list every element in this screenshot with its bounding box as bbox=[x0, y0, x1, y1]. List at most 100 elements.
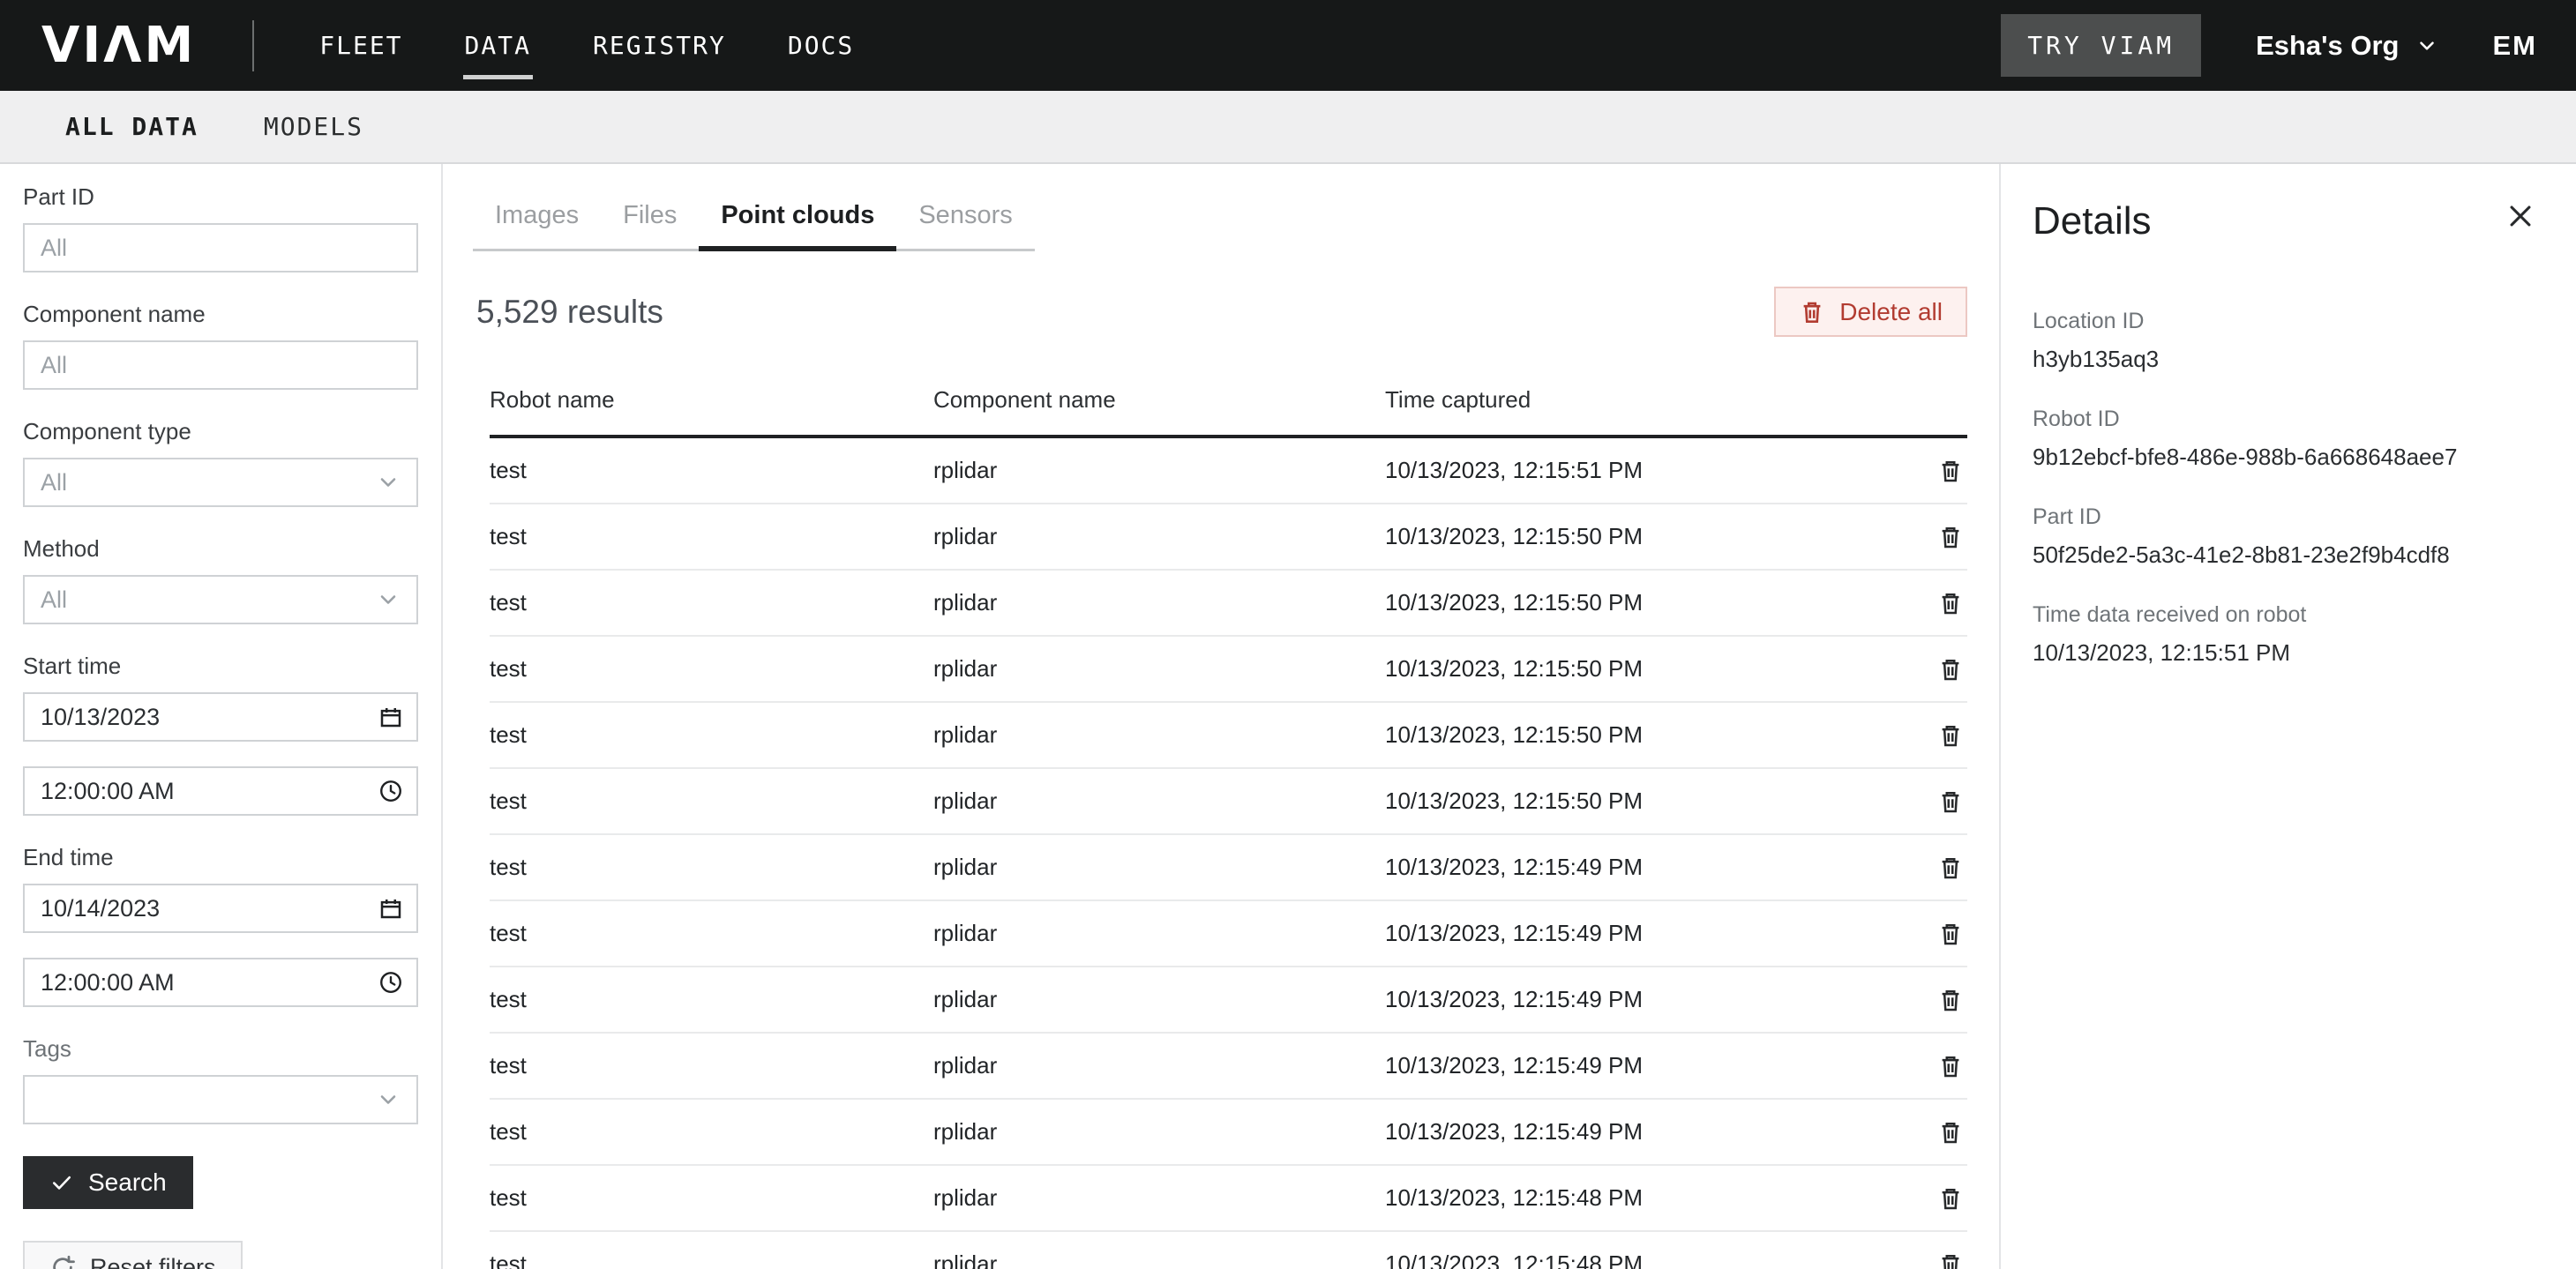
data-type-tab[interactable]: Sensors bbox=[896, 201, 1034, 249]
primary-nav: FLEET DATA REGISTRY DOCS bbox=[318, 26, 856, 65]
cell-robot-name: test bbox=[490, 788, 933, 815]
data-main: ImagesFilesPoint cloudsSensors 5,529 res… bbox=[443, 164, 1999, 1269]
col-component-name: Component name bbox=[933, 386, 1385, 414]
org-name: Esha's Org bbox=[2256, 30, 2399, 62]
method-select[interactable]: All bbox=[23, 575, 418, 624]
row-delete-button[interactable] bbox=[1934, 1116, 1967, 1149]
table-row[interactable]: test rplidar 10/13/2023, 12:15:50 PM bbox=[490, 637, 1967, 703]
end-time-label: End time bbox=[23, 844, 418, 871]
cell-robot-name: test bbox=[490, 457, 933, 484]
table-row[interactable]: test rplidar 10/13/2023, 12:15:48 PM bbox=[490, 1232, 1967, 1269]
end-time-input[interactable] bbox=[23, 958, 418, 1007]
details-fields: Location ID h3yb135aq3 Robot ID 9b12ebcf… bbox=[2033, 309, 2539, 667]
tags-select[interactable] bbox=[23, 1075, 418, 1124]
clock-icon[interactable] bbox=[378, 969, 404, 996]
user-avatar-initials[interactable]: EM bbox=[2493, 30, 2538, 62]
cell-time-captured: 10/13/2023, 12:15:50 PM bbox=[1385, 655, 1911, 683]
details-field-value: 50f25de2-5a3c-41e2-8b81-23e2f9b4cdf8 bbox=[2033, 541, 2539, 569]
cell-component-name: rplidar bbox=[933, 1118, 1385, 1146]
table-row[interactable]: test rplidar 10/13/2023, 12:15:49 PM bbox=[490, 901, 1967, 967]
cell-time-captured: 10/13/2023, 12:15:49 PM bbox=[1385, 920, 1911, 947]
cell-time-captured: 10/13/2023, 12:15:48 PM bbox=[1385, 1184, 1911, 1212]
details-field-label: Time data received on robot bbox=[2033, 602, 2539, 628]
table-row[interactable]: test rplidar 10/13/2023, 12:15:49 PM bbox=[490, 1100, 1967, 1166]
cell-robot-name: test bbox=[490, 1250, 933, 1269]
start-time-label: Start time bbox=[23, 653, 418, 680]
cell-component-name: rplidar bbox=[933, 854, 1385, 881]
cell-component-name: rplidar bbox=[933, 457, 1385, 484]
cell-robot-name: test bbox=[490, 854, 933, 881]
details-panel: Details Location ID h3yb135aq3 Robot ID … bbox=[1999, 164, 2576, 1269]
component-name-label: Component name bbox=[23, 301, 418, 328]
cell-time-captured: 10/13/2023, 12:15:50 PM bbox=[1385, 589, 1911, 616]
table-body: test rplidar 10/13/2023, 12:15:51 PM tes… bbox=[490, 438, 1967, 1269]
row-delete-button[interactable] bbox=[1934, 785, 1967, 818]
row-delete-button[interactable] bbox=[1934, 653, 1967, 686]
row-delete-button[interactable] bbox=[1934, 719, 1967, 752]
table-row[interactable]: test rplidar 10/13/2023, 12:15:50 PM bbox=[490, 504, 1967, 571]
search-button[interactable]: Search bbox=[23, 1156, 193, 1209]
row-delete-button[interactable] bbox=[1934, 454, 1967, 488]
cell-component-name: rplidar bbox=[933, 788, 1385, 815]
nav-link[interactable]: DOCS bbox=[786, 26, 856, 65]
row-delete-button[interactable] bbox=[1934, 1182, 1967, 1215]
row-delete-button[interactable] bbox=[1934, 586, 1967, 620]
table-row[interactable]: test rplidar 10/13/2023, 12:15:48 PM bbox=[490, 1166, 1967, 1232]
check-icon bbox=[49, 1170, 74, 1195]
close-icon[interactable] bbox=[2502, 198, 2539, 235]
subnav-item[interactable]: MODELS bbox=[264, 112, 363, 141]
nav-link[interactable]: REGISTRY bbox=[591, 26, 728, 65]
cell-component-name: rplidar bbox=[933, 1052, 1385, 1079]
row-delete-button[interactable] bbox=[1934, 520, 1967, 554]
details-field-label: Part ID bbox=[2033, 504, 2539, 530]
component-type-select[interactable]: All bbox=[23, 458, 418, 507]
start-time-input[interactable] bbox=[23, 766, 418, 816]
details-field-value: h3yb135aq3 bbox=[2033, 346, 2539, 373]
calendar-icon[interactable] bbox=[378, 895, 404, 922]
details-field: Part ID 50f25de2-5a3c-41e2-8b81-23e2f9b4… bbox=[2033, 504, 2539, 569]
row-delete-button[interactable] bbox=[1934, 1049, 1967, 1083]
try-viam-button[interactable]: TRY VIAM bbox=[2001, 14, 2201, 77]
clock-icon[interactable] bbox=[378, 778, 404, 804]
row-delete-button[interactable] bbox=[1934, 917, 1967, 951]
row-delete-button[interactable] bbox=[1934, 983, 1967, 1017]
table-row[interactable]: test rplidar 10/13/2023, 12:15:49 PM bbox=[490, 1034, 1967, 1100]
start-date-input[interactable] bbox=[23, 692, 418, 742]
table-row[interactable]: test rplidar 10/13/2023, 12:15:50 PM bbox=[490, 571, 1967, 637]
delete-all-button[interactable]: Delete all bbox=[1774, 287, 1967, 337]
table-row[interactable]: test rplidar 10/13/2023, 12:15:49 PM bbox=[490, 835, 1967, 901]
data-type-tab[interactable]: Point clouds bbox=[699, 201, 896, 249]
table-header: Robot name Component name Time captured bbox=[490, 386, 1967, 438]
table-row[interactable]: test rplidar 10/13/2023, 12:15:49 PM bbox=[490, 967, 1967, 1034]
method-label: Method bbox=[23, 535, 418, 563]
table-row[interactable]: test rplidar 10/13/2023, 12:15:50 PM bbox=[490, 769, 1967, 835]
viam-logo[interactable]: VIΛM bbox=[41, 17, 196, 74]
table-row[interactable]: test rplidar 10/13/2023, 12:15:51 PM bbox=[490, 438, 1967, 504]
details-field-value: 9b12ebcf-bfe8-486e-988b-6a668648aee7 bbox=[2033, 444, 2539, 471]
subnav-item[interactable]: ALL DATA bbox=[65, 112, 198, 141]
part-id-input[interactable] bbox=[23, 223, 418, 272]
data-type-tab[interactable]: Files bbox=[601, 201, 699, 249]
part-id-label: Part ID bbox=[23, 183, 418, 211]
tags-label: Tags bbox=[23, 1035, 418, 1063]
nav-link[interactable]: DATA bbox=[463, 26, 533, 65]
cell-robot-name: test bbox=[490, 655, 933, 683]
point-clouds-table: Robot name Component name Time captured … bbox=[490, 386, 1967, 1269]
table-row[interactable]: test rplidar 10/13/2023, 12:15:50 PM bbox=[490, 703, 1967, 769]
row-delete-button[interactable] bbox=[1934, 1248, 1967, 1269]
top-nav-right: TRY VIAM Esha's Org EM bbox=[2001, 14, 2537, 77]
chevron-down-icon bbox=[376, 587, 401, 612]
data-type-tab[interactable]: Images bbox=[473, 201, 601, 249]
top-nav: VIΛM FLEET DATA REGISTRY DOCS TRY VIAM Esha… bbox=[0, 0, 2576, 91]
org-switcher[interactable]: Esha's Org bbox=[2256, 30, 2437, 62]
cell-time-captured: 10/13/2023, 12:15:49 PM bbox=[1385, 854, 1911, 881]
end-date-input[interactable] bbox=[23, 884, 418, 933]
row-delete-button[interactable] bbox=[1934, 851, 1967, 885]
trash-icon bbox=[1799, 299, 1825, 325]
nav-link[interactable]: FLEET bbox=[318, 26, 404, 65]
details-field: Time data received on robot 10/13/2023, … bbox=[2033, 602, 2539, 667]
reset-filters-button[interactable]: Reset filters bbox=[23, 1241, 243, 1269]
component-name-input[interactable] bbox=[23, 340, 418, 390]
col-robot-name: Robot name bbox=[490, 386, 933, 414]
calendar-icon[interactable] bbox=[378, 704, 404, 730]
